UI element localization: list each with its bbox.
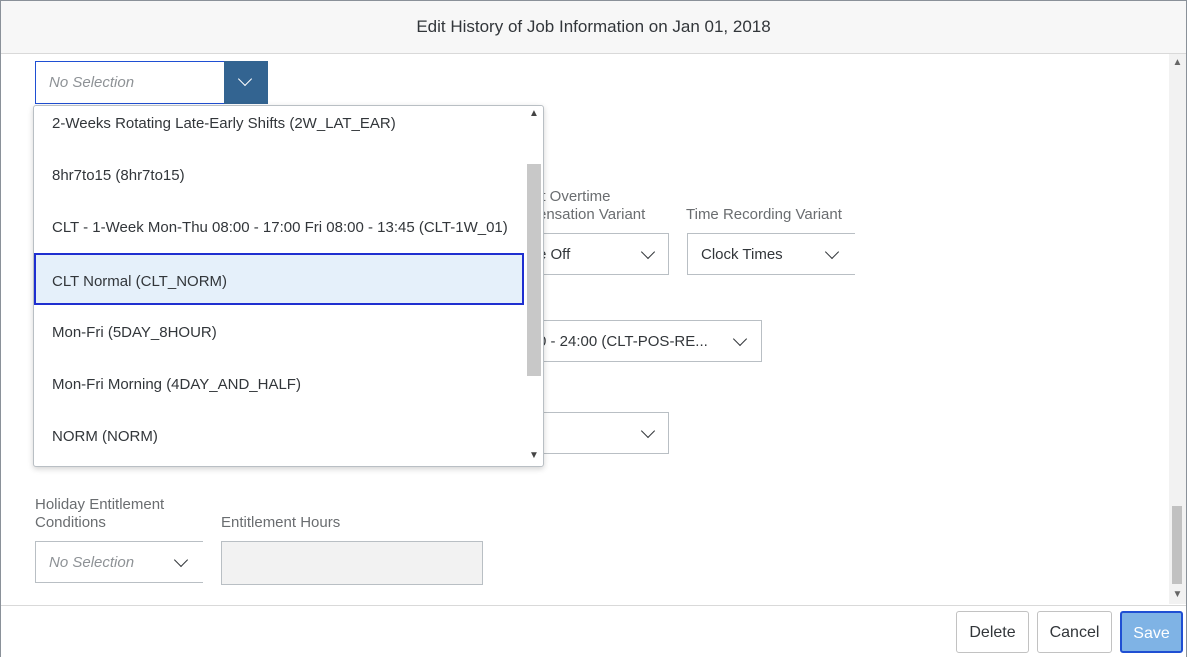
dropdown-scrollbar-thumb[interactable] [527,164,541,376]
dialog-scrollbar[interactable]: ▲ ▼ [1169,54,1186,604]
work-schedule-value: 0 - 24:00 (CLT-POS-RE... [538,333,708,350]
chevron-down-icon [173,552,189,568]
entitlement-hours-label: Entitlement Hours [221,514,341,531]
combobox-placeholder: No Selection [49,74,135,91]
overtime-compensation-label-line1: lt Overtime [538,188,611,205]
dialog-header: Edit History of Job Information on Jan 0… [1,1,1186,54]
holiday-entitlement-value: No Selection [49,554,135,571]
list-item[interactable]: Mon-Fri Morning (4DAY_AND_HALF) [34,360,524,412]
holiday-entitlement-label-line1: Holiday Entitlement [35,496,165,513]
holiday-entitlement-label-line2: Conditions [35,514,106,531]
save-button[interactable]: Save [1120,611,1183,653]
dialog-scrollbar-thumb[interactable] [1172,506,1182,584]
edit-history-dialog: Edit History of Job Information on Jan 0… [0,0,1187,657]
work-schedule-select[interactable]: 0 - 24:00 (CLT-POS-RE... [521,320,762,362]
list-item-selected[interactable]: CLT Normal (CLT_NORM) [34,253,524,305]
combobox-dropdown-list: 2-Weeks Rotating Late-Early Shifts (2W_L… [33,105,544,467]
combobox-toggle-button[interactable] [224,61,268,104]
time-recording-variant-label: Time Recording Variant [686,206,842,223]
dialog-title: Edit History of Job Information on Jan 0… [416,17,771,36]
dialog-footer: Delete Cancel Save [1,605,1186,657]
work-schedule-combobox[interactable]: No Selection [35,61,268,104]
caret-down-icon[interactable]: ▼ [1169,588,1186,602]
chevron-down-icon [237,71,253,87]
chevron-down-icon [640,423,656,439]
list-item[interactable]: CLT - 1-Week Mon-Thu 08:00 - 17:00 Fri 0… [34,203,524,255]
list-item[interactable]: 8hr7to15 (8hr7to15) [34,151,524,203]
caret-up-icon[interactable]: ▲ [1169,56,1186,70]
overtime-compensation-label-line2: ensation Variant [538,206,646,223]
chevron-down-icon [732,331,748,347]
cancel-button[interactable]: Cancel [1037,611,1112,653]
list-item[interactable]: 2-Weeks Rotating Late-Early Shifts (2W_L… [34,106,524,151]
holiday-entitlement-select[interactable]: No Selection [35,541,203,583]
chevron-down-icon [824,244,840,260]
delete-button[interactable]: Delete [956,611,1029,653]
time-recording-variant-select[interactable]: Clock Times [687,233,855,275]
caret-down-icon[interactable]: ▼ [526,450,542,461]
caret-up-icon[interactable]: ▲ [526,108,542,119]
list-item[interactable]: Mon-Fri (5DAY_8HOUR) [34,308,524,360]
list-item[interactable]: NORM (NORM) [34,412,524,464]
dropdown-scrollbar[interactable]: ▲ ▼ [526,106,542,466]
chevron-down-icon [640,244,656,260]
entitlement-hours-input[interactable] [221,541,483,585]
time-recording-variant-value: Clock Times [701,246,783,263]
